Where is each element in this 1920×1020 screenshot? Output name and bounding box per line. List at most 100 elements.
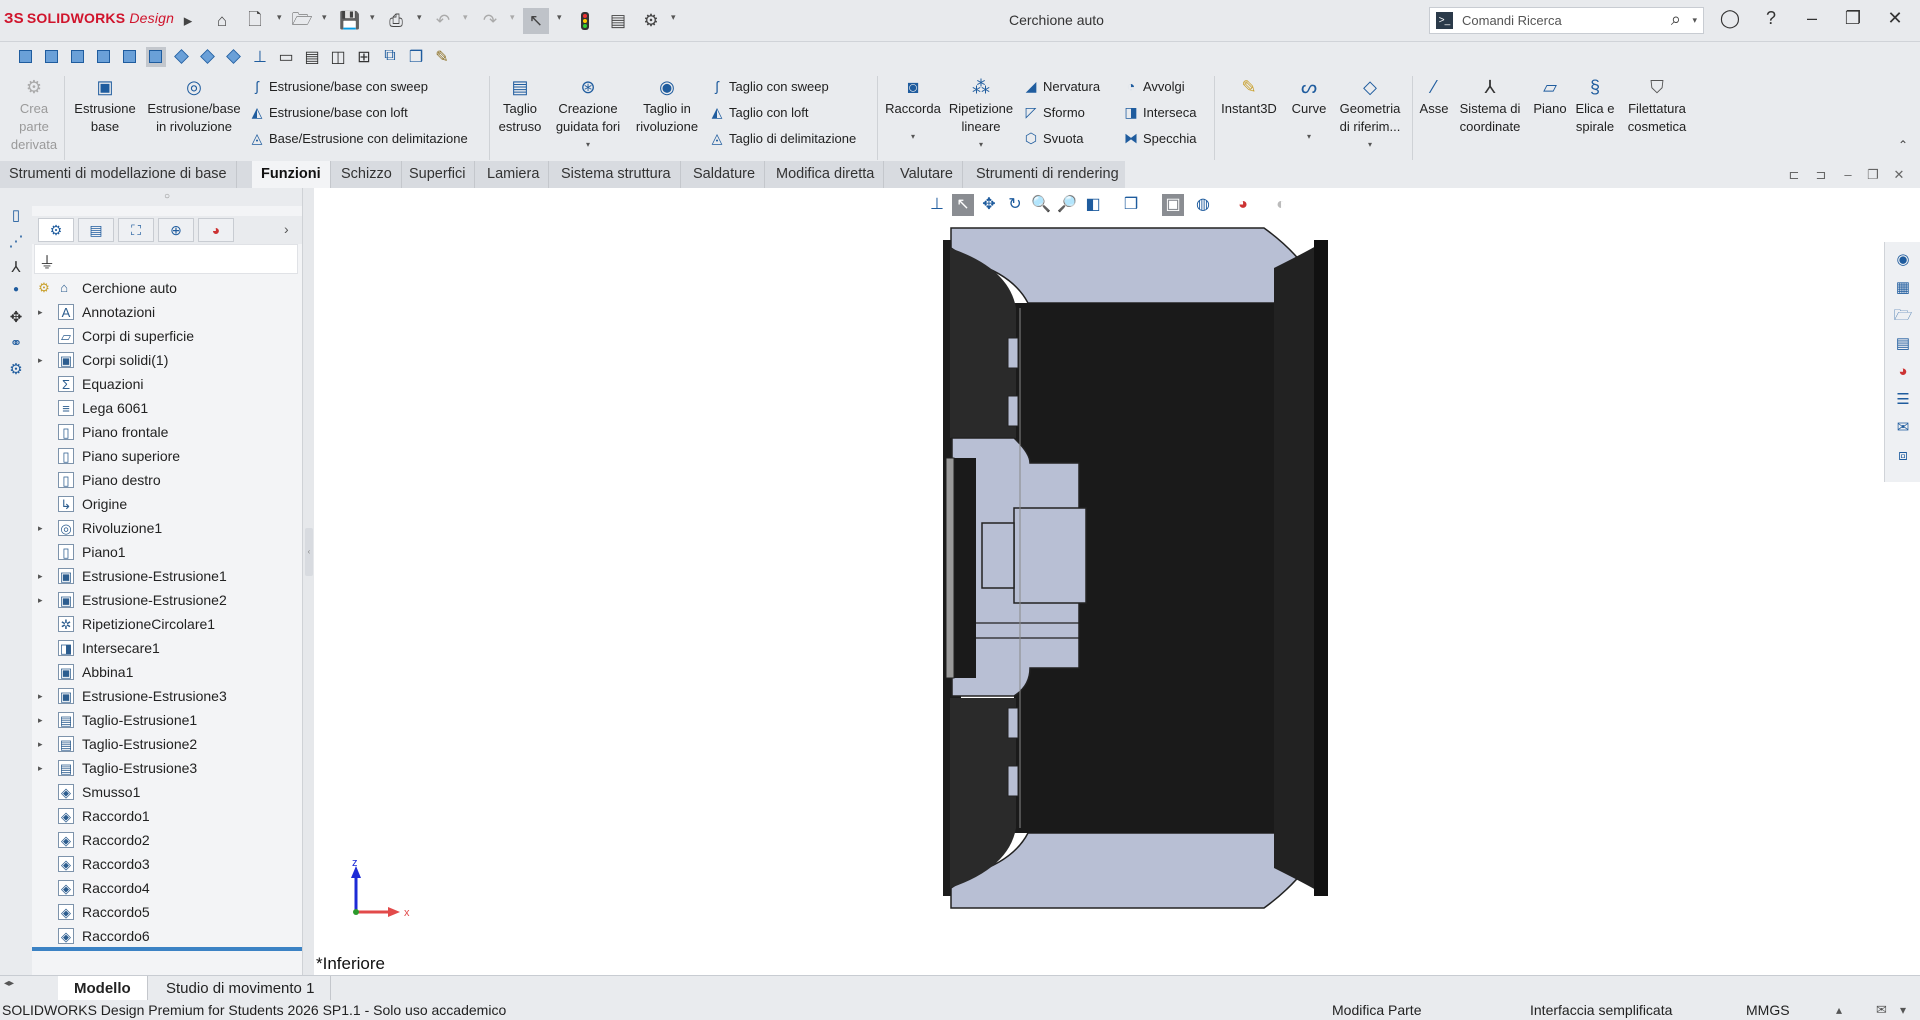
tab-lamiera[interactable]: Lamiera xyxy=(478,161,550,188)
featuremanager-tab-icon[interactable]: ⚙ xyxy=(38,218,74,242)
tree-filter[interactable]: ⏚ xyxy=(34,244,298,274)
collapse-ribbon-icon[interactable]: ⌃ xyxy=(1898,138,1908,152)
appearances-icon[interactable]: ◕ xyxy=(1893,362,1913,382)
curve-button[interactable]: ᔕ Curve ▾ xyxy=(1284,78,1334,146)
tree-item[interactable]: ◈ Raccordo1 xyxy=(32,804,298,828)
crea-parte-derivata-button[interactable]: ⚙ Crea parte derivata xyxy=(10,78,58,154)
close-icon[interactable]: ✕ xyxy=(1880,8,1910,29)
tree-item[interactable]: ✲ RipetizioneCircolare1 xyxy=(32,612,298,636)
pan-icon[interactable]: ✥ xyxy=(978,194,1000,216)
raccorda-dropdown-icon[interactable]: ▾ xyxy=(882,128,944,146)
svuota-button[interactable]: ⬡ Svuota xyxy=(1022,128,1084,148)
four-view-icon[interactable]: ⊞ xyxy=(354,47,374,67)
taglio-estruso-button[interactable]: ▤ Taglio estruso xyxy=(494,78,546,136)
tab-schizzo[interactable]: Schizzo xyxy=(332,161,402,188)
taglio-rivoluzione-button[interactable]: ◉ Taglio in rivoluzione xyxy=(630,78,704,136)
units-dropdown-icon[interactable]: ▴ xyxy=(1836,1000,1842,1020)
splitter-grip-icon[interactable]: ‹ xyxy=(305,528,313,576)
tree-item[interactable]: ▸ ▣ Estrusione-Estrusione2 xyxy=(32,588,298,612)
rotate-icon[interactable]: ↻ xyxy=(1004,194,1026,216)
interseca-button[interactable]: ◨ Interseca xyxy=(1122,102,1196,122)
panel-grip-icon[interactable]: ○ xyxy=(32,188,302,206)
forum-icon[interactable]: ✉ xyxy=(1893,418,1913,438)
tree-item[interactable]: ◈ Raccordo3 xyxy=(32,852,298,876)
options-gear-icon[interactable]: ⚙ xyxy=(638,8,664,34)
tree-item[interactable]: ▸ ▤ Taglio-Estrusione3 xyxy=(32,756,298,780)
propertymanager-tab-icon[interactable]: ▤ xyxy=(78,218,114,242)
view-orientation-icon[interactable]: ❒ xyxy=(1120,194,1142,216)
doc-minimize-icon[interactable]: – xyxy=(1839,167,1857,182)
menu-arrow-icon[interactable]: ▸ xyxy=(175,8,201,34)
section-view-icon[interactable]: ◧ xyxy=(1082,194,1104,216)
ripetizione-lineare-button[interactable]: ⁂ Ripetizione lineare ▾ xyxy=(946,78,1016,154)
save-dropdown-icon[interactable]: ▾ xyxy=(370,12,375,23)
tree-item[interactable]: ◈ Raccordo5 xyxy=(32,900,298,924)
expand-arrow-icon[interactable]: ▸ xyxy=(38,732,43,756)
sweep-cut-button[interactable]: ʃ Taglio con sweep xyxy=(708,76,828,96)
view-left-icon[interactable] xyxy=(68,47,88,67)
redo-dropdown-icon[interactable]: ▾ xyxy=(510,12,515,23)
tree-item[interactable]: ◈ Smusso1 xyxy=(32,780,298,804)
normal-to-icon[interactable]: ⊥ xyxy=(250,47,270,67)
tab-funzioni[interactable]: Funzioni xyxy=(252,161,331,188)
estrusione-rivoluzione-button[interactable]: ◎ Estrusione/base in rivoluzione xyxy=(144,78,244,136)
ripetizione-dropdown-icon[interactable]: ▾ xyxy=(946,136,1016,154)
solidworks-resources-icon[interactable]: ◉ xyxy=(1893,250,1913,270)
status-dropdown-icon[interactable]: ▾ xyxy=(1900,1000,1906,1020)
single-view-icon[interactable]: ▭ xyxy=(276,47,296,67)
geometria-riferimento-button[interactable]: ◇ Geometria di riferim... ▾ xyxy=(1336,78,1404,154)
sformo-button[interactable]: ◸ Sformo xyxy=(1022,102,1085,122)
tree-item[interactable]: ▸ ▣ Corpi solidi(1) xyxy=(32,348,298,372)
tree-item[interactable]: ▸ A Annotazioni xyxy=(32,300,298,324)
nervatura-button[interactable]: ◢ Nervatura xyxy=(1022,76,1100,96)
status-interface[interactable]: Interfaccia semplificata xyxy=(1530,1000,1672,1020)
sistema-coordinate-button[interactable]: ⅄ Sistema di coordinate xyxy=(1452,78,1528,136)
tree-item[interactable]: ◈ Raccordo6 xyxy=(32,924,298,948)
view-isometric-icon[interactable] xyxy=(172,47,192,67)
restore-icon[interactable]: ❐ xyxy=(1838,8,1868,29)
tab-modifica-diretta[interactable]: Modifica diretta xyxy=(767,161,885,188)
view-palette-icon[interactable]: ▤ xyxy=(1893,334,1913,354)
tab-valutare[interactable]: Valutare xyxy=(891,161,963,188)
creazione-fori-button[interactable]: ⊛ Creazione guidata fori ▾ xyxy=(550,78,626,154)
expand-arrow-icon[interactable]: ▸ xyxy=(38,516,43,540)
expand-arrow-icon[interactable]: ▸ xyxy=(38,348,43,372)
point-icon[interactable]: ● xyxy=(6,284,26,304)
creazione-fori-dropdown-icon[interactable]: ▾ xyxy=(550,136,626,154)
select-pointer-icon[interactable]: ↖ xyxy=(952,194,974,216)
print-dropdown-icon[interactable]: ▾ xyxy=(417,12,422,23)
dimxpert-tab-icon[interactable]: ⊕ xyxy=(158,218,194,242)
print-icon[interactable]: ⎙ xyxy=(383,8,409,34)
expand-arrow-icon[interactable]: ▸ xyxy=(38,300,43,324)
comment-icon[interactable]: ✉ xyxy=(1876,1000,1887,1020)
doc-restore-icon[interactable]: ❐ xyxy=(1864,167,1882,183)
expand-arrow-icon[interactable]: ▸ xyxy=(38,708,43,732)
raccorda-button[interactable]: ◙ Raccorda ▾ xyxy=(882,78,944,146)
save-icon[interactable]: 💾 xyxy=(337,8,363,34)
move-icon[interactable]: ✥ xyxy=(6,308,26,328)
expand-tabs-icon[interactable]: › xyxy=(284,221,289,237)
expand-arrow-icon[interactable]: ▸ xyxy=(38,588,43,612)
undo-icon[interactable]: ↶ xyxy=(430,8,456,34)
tab-modello[interactable]: Modello xyxy=(58,976,148,1001)
view-back-icon[interactable] xyxy=(42,47,62,67)
view-top-icon[interactable] xyxy=(120,47,140,67)
tree-item[interactable]: ▸ ◎ Rivoluzione1 xyxy=(32,516,298,540)
tab-strumenti-modellazione[interactable]: Strumenti di modellazione di base xyxy=(0,161,237,188)
sweep-boss-button[interactable]: ʃ Estrusione/base con sweep xyxy=(248,76,428,96)
search-input[interactable]: Comandi Ricerca xyxy=(1462,13,1562,28)
tab-studio-movimento[interactable]: Studio di movimento 1 xyxy=(150,976,332,1001)
zoom-to-fit-icon[interactable]: ⊥ xyxy=(926,194,948,216)
zoom-select-icon[interactable]: 🔎 xyxy=(1056,194,1078,216)
two-view-horizontal-icon[interactable]: ▤ xyxy=(302,47,322,67)
view-selector-icon[interactable]: ❒ xyxy=(406,47,426,67)
tree-item[interactable]: ▯ Piano frontale xyxy=(32,420,298,444)
boundary-cut-button[interactable]: ◬ Taglio di delimitazione xyxy=(708,128,857,148)
tree-item[interactable]: ◈ Raccordo2 xyxy=(32,828,298,852)
tree-item[interactable]: ↳ Origine xyxy=(32,492,298,516)
tree-item[interactable]: ◈ Raccordo4 xyxy=(32,876,298,900)
display-style-icon[interactable]: ▣ xyxy=(1162,194,1184,216)
open-dropdown-icon[interactable]: ▾ xyxy=(322,12,327,23)
two-view-vertical-icon[interactable]: ◫ xyxy=(328,47,348,67)
design-library-icon[interactable]: ▦ xyxy=(1893,278,1913,298)
